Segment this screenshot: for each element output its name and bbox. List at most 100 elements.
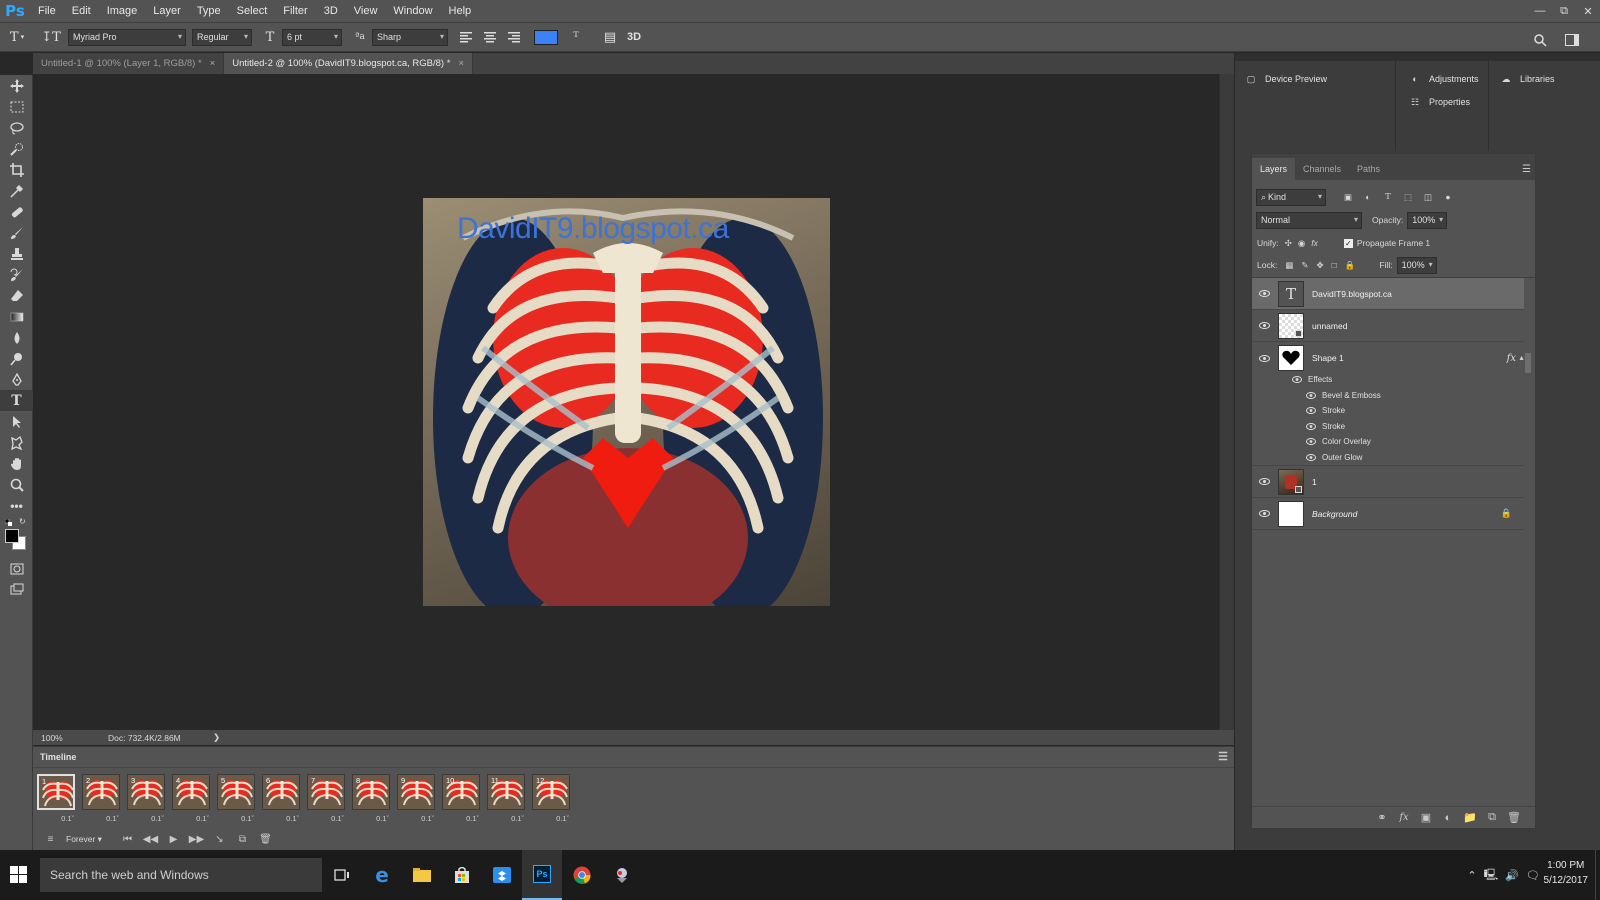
- layer-list-scrollbar[interactable]: [1525, 353, 1531, 373]
- warp-text-icon[interactable]: ᵀ: [564, 26, 588, 48]
- menu-select[interactable]: Select: [229, 5, 276, 17]
- taskbar-clock[interactable]: 1:00 PM 5/12/2017: [1544, 858, 1589, 888]
- menu-3d[interactable]: 3D: [316, 5, 346, 17]
- layer-lock-icon[interactable]: 🔒: [1501, 508, 1512, 519]
- quick-selection-tool-icon[interactable]: [0, 138, 33, 159]
- edge-browser-icon[interactable]: e: [362, 850, 402, 900]
- default-colors-icon[interactable]: [4, 518, 12, 526]
- filter-toggle-icon[interactable]: ●: [1438, 192, 1458, 202]
- font-family-select[interactable]: Myriad Pro ▾: [68, 28, 186, 46]
- toggle-orientation-icon[interactable]: ↧T: [34, 26, 68, 48]
- new-group-icon[interactable]: 📁: [1459, 811, 1481, 824]
- more-tools-icon[interactable]: •••: [0, 495, 33, 516]
- filter-shape-icon[interactable]: ⬚: [1398, 192, 1418, 203]
- align-center-icon[interactable]: [478, 26, 502, 48]
- layer-name[interactable]: unnamed: [1312, 321, 1347, 331]
- libraries-button[interactable]: ☁ Libraries: [1498, 72, 1555, 86]
- timeline-frame[interactable]: 10 0.1ˇ: [442, 774, 482, 824]
- windows-start-icon[interactable]: [10, 866, 27, 886]
- history-brush-tool-icon[interactable]: [0, 264, 33, 285]
- clone-stamp-tool-icon[interactable]: [0, 243, 33, 264]
- collapse-effects-icon[interactable]: ▲: [1518, 355, 1525, 362]
- fill-input[interactable]: 100% ▾: [1396, 256, 1437, 274]
- effect-eye-icon[interactable]: [1292, 376, 1302, 384]
- canvas-text-layer[interactable]: DavidIT9.blogspot.ca: [457, 212, 729, 246]
- minimize-icon[interactable]: —: [1528, 0, 1552, 22]
- blend-mode-select[interactable]: Normal ▾: [1256, 211, 1362, 229]
- menu-window[interactable]: Window: [385, 5, 440, 17]
- loop-select[interactable]: Forever ▾: [66, 834, 116, 845]
- device-preview-button[interactable]: ▢ Device Preview: [1243, 72, 1327, 86]
- timeline-frame[interactable]: 8 0.1ˇ: [352, 774, 392, 824]
- photoshop-taskbar-icon[interactable]: Ps: [522, 850, 562, 900]
- font-style-select[interactable]: Regular ▾: [192, 28, 252, 46]
- type-tool-preset-icon[interactable]: T ▾: [0, 26, 34, 48]
- lock-transparent-icon[interactable]: ▦: [1285, 260, 1293, 271]
- layer-name[interactable]: Background: [1312, 509, 1357, 519]
- delete-layer-icon[interactable]: 🗑: [1503, 811, 1525, 824]
- lock-all-icon[interactable]: 🔒: [1345, 260, 1356, 271]
- unify-style-icon[interactable]: fx: [1311, 238, 1318, 248]
- layer-kind-select[interactable]: ⌕ Kind ▾: [1256, 188, 1326, 206]
- action-center-icon[interactable]: 🗨: [1526, 869, 1540, 882]
- adjustments-button[interactable]: ◐ Adjustments: [1407, 72, 1478, 86]
- show-hidden-icons-icon[interactable]: ⌃: [1467, 869, 1476, 882]
- store-icon[interactable]: [442, 850, 482, 900]
- layer-row-text[interactable]: T DavidIT9.blogspot.ca: [1252, 278, 1524, 310]
- layer-row-unnamed[interactable]: unnamed: [1252, 310, 1524, 342]
- lasso-tool-icon[interactable]: [0, 117, 33, 138]
- gradient-tool-icon[interactable]: [0, 306, 33, 327]
- duplicate-frame-icon[interactable]: ⧉: [231, 834, 254, 845]
- document-tab[interactable]: Untitled-1 @ 100% (Layer 1, RGB/8) * ×: [33, 53, 225, 74]
- timeline-frame[interactable]: 6 0.1ˇ: [262, 774, 302, 824]
- status-arrow-icon[interactable]: ❯: [213, 732, 220, 743]
- font-size-select[interactable]: 6 pt ▾: [282, 28, 342, 46]
- effect-eye-icon[interactable]: [1306, 422, 1316, 430]
- frame-delay[interactable]: 0.1ˇ: [307, 814, 347, 823]
- volume-icon[interactable]: 🔊: [1505, 869, 1519, 882]
- filter-type-icon[interactable]: T: [1378, 192, 1398, 202]
- dodge-tool-icon[interactable]: [0, 348, 33, 369]
- effect-item[interactable]: Outer Glow: [1252, 450, 1524, 466]
- effect-eye-icon[interactable]: [1306, 438, 1316, 446]
- marquee-tool-icon[interactable]: [0, 96, 33, 117]
- healing-brush-tool-icon[interactable]: [0, 201, 33, 222]
- play-icon[interactable]: ▶: [162, 834, 185, 845]
- visibility-eye-icon[interactable]: [1252, 322, 1276, 329]
- layer-name[interactable]: 1: [1312, 477, 1317, 487]
- eraser-tool-icon[interactable]: [0, 285, 33, 306]
- chrome-icon[interactable]: [562, 850, 602, 900]
- new-layer-icon[interactable]: ⧉: [1481, 811, 1503, 824]
- file-explorer-icon[interactable]: [402, 850, 442, 900]
- close-tab-icon[interactable]: ×: [210, 58, 216, 69]
- character-panel-icon[interactable]: ▤: [598, 26, 622, 48]
- unify-position-icon[interactable]: ✣: [1285, 238, 1292, 249]
- timeline-menu-icon[interactable]: ☰: [1218, 750, 1228, 763]
- menu-image[interactable]: Image: [99, 5, 146, 17]
- frame-delay[interactable]: 0.1ˇ: [262, 814, 302, 823]
- foreground-color-swatch[interactable]: [5, 529, 19, 543]
- effect-eye-icon[interactable]: [1306, 453, 1316, 461]
- brush-tool-icon[interactable]: [0, 222, 33, 243]
- frame-delay[interactable]: 0.1ˇ: [172, 814, 212, 823]
- tab-paths[interactable]: Paths: [1349, 158, 1388, 180]
- layer-name[interactable]: Shape 1: [1312, 353, 1344, 363]
- frame-delay[interactable]: 0.1ˇ: [217, 814, 257, 823]
- lock-image-icon[interactable]: ✎: [1301, 260, 1308, 271]
- blur-tool-icon[interactable]: [0, 327, 33, 348]
- effect-eye-icon[interactable]: [1306, 407, 1316, 415]
- swap-colors-icon[interactable]: ↻: [19, 517, 26, 526]
- add-mask-icon[interactable]: ▣: [1415, 811, 1437, 824]
- visibility-eye-icon[interactable]: [1252, 478, 1276, 485]
- path-selection-tool-icon[interactable]: [0, 411, 33, 432]
- filter-smart-object-icon[interactable]: ◫: [1418, 192, 1438, 203]
- timeline-frame[interactable]: 12 0.1ˇ: [532, 774, 572, 824]
- timeline-frame[interactable]: 3 0.1ˇ: [127, 774, 167, 824]
- filter-pixel-icon[interactable]: ▣: [1338, 192, 1358, 203]
- convert-timeline-icon[interactable]: ≡: [39, 834, 62, 845]
- layer-row-shape[interactable]: Shape 1 fx ▲: [1252, 342, 1525, 374]
- menu-edit[interactable]: Edit: [64, 5, 99, 17]
- effect-item[interactable]: Bevel & Emboss: [1252, 388, 1524, 404]
- timeline-frame[interactable]: 1 0.1ˇ: [37, 774, 77, 824]
- effect-item[interactable]: Stroke: [1252, 403, 1524, 419]
